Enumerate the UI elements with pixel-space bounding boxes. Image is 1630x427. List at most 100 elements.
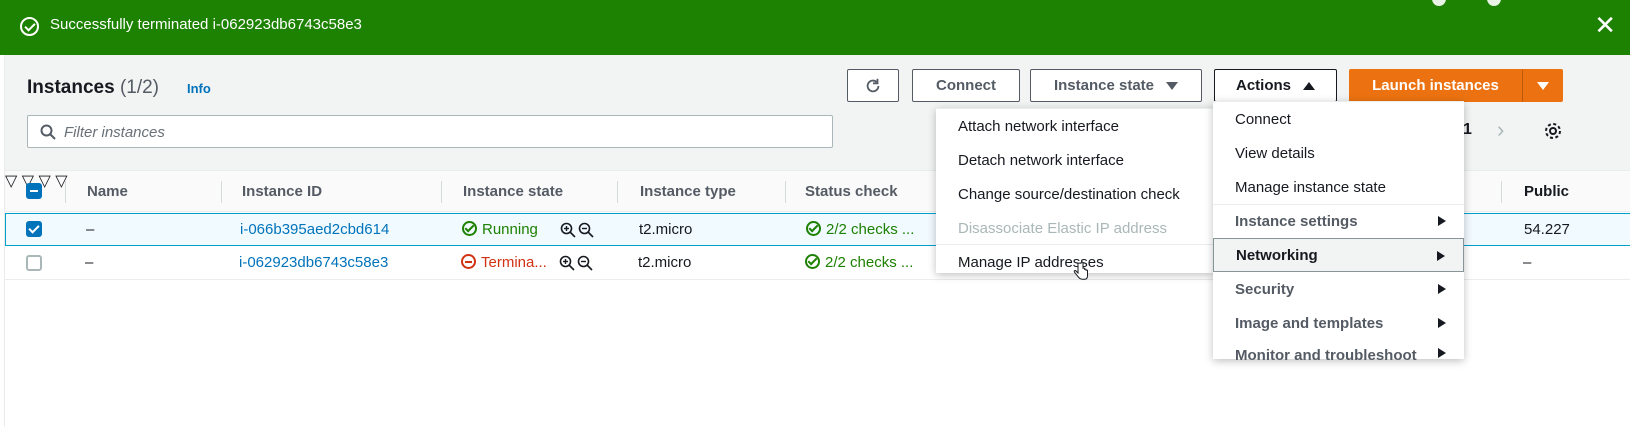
sort-icon[interactable]: ▽	[5, 173, 17, 190]
column-label: Status check	[805, 183, 898, 200]
column-label: Public	[1524, 183, 1570, 200]
menu-item-label: Image and templates	[1235, 314, 1384, 332]
header-avatar-icon[interactable]	[1432, 0, 1446, 6]
row-checkbox[interactable]	[26, 255, 42, 271]
actions-menu: Connect View details Manage instance sta…	[1213, 101, 1464, 360]
instance-state-button[interactable]: Instance state	[1030, 69, 1202, 102]
menu-item-disassociate-elastic-ip: Disassociate Elastic IP address	[936, 211, 1214, 245]
running-status-icon	[462, 221, 477, 236]
column-header-instance-type[interactable]: Instance type	[640, 171, 736, 212]
menu-item-label: Manage instance state	[1235, 178, 1386, 196]
cell-public-ip: –	[1523, 254, 1532, 271]
launch-instances-button[interactable]: Launch instances	[1349, 69, 1522, 102]
actions-label: Actions	[1235, 77, 1291, 94]
page-title: Instances (1/2)	[27, 77, 159, 99]
cell-instance-state: Running	[462, 221, 538, 238]
column-header-instance-id[interactable]: Instance ID	[242, 171, 322, 212]
terminated-status-icon	[461, 254, 476, 269]
menu-item-label: Security	[1235, 280, 1295, 298]
menu-item-label: Connect	[1235, 110, 1291, 128]
cell-status-check: 2/2 checks ...	[806, 221, 914, 238]
networking-submenu: Attach network interface Detach network …	[936, 108, 1214, 273]
menu-item-image-and-templates[interactable]: Image and templates	[1213, 306, 1464, 340]
success-check-icon	[20, 17, 39, 36]
hand-pointer-icon	[1073, 262, 1088, 280]
cell-public-ip: 54.227	[1524, 221, 1570, 238]
connect-button[interactable]: Connect	[912, 69, 1020, 102]
column-divider	[65, 181, 66, 203]
gear-icon[interactable]	[1543, 121, 1563, 141]
state-label: Termina...	[481, 254, 547, 271]
zoom-in-icon[interactable]	[560, 222, 576, 238]
menu-item-detach-network-interface[interactable]: Detach network interface	[936, 143, 1214, 177]
state-label: Running	[482, 221, 538, 238]
menu-item-connect[interactable]: Connect	[1213, 102, 1464, 136]
select-all-checkbox[interactable]	[26, 183, 42, 199]
column-header-name[interactable]: Name	[87, 171, 128, 212]
zoom-out-icon[interactable]	[578, 222, 594, 238]
title-text: Instances	[27, 77, 115, 98]
column-header-instance-state[interactable]: Instance state	[463, 171, 563, 212]
column-label: Instance ID	[242, 183, 323, 200]
column-header-public[interactable]: Public	[1524, 171, 1569, 212]
close-icon[interactable]: ✕	[1594, 12, 1616, 38]
refresh-button[interactable]	[847, 69, 899, 102]
menu-item-label: Networking	[1236, 246, 1318, 264]
refresh-icon	[866, 78, 880, 92]
menu-item-label: Disassociate Elastic IP address	[958, 219, 1167, 237]
column-divider	[221, 181, 222, 203]
launch-label: Launch instances	[1372, 77, 1499, 94]
cell-name: –	[85, 254, 94, 271]
page-number[interactable]: 1	[1463, 121, 1472, 139]
menu-item-attach-network-interface[interactable]: Attach network interface	[936, 109, 1214, 143]
cell-status-check: 2/2 checks ...	[805, 254, 913, 271]
column-divider	[441, 181, 442, 203]
menu-item-monitor-and-troubleshoot[interactable]: Monitor and troubleshoot	[1213, 340, 1464, 360]
zoom-out-icon[interactable]	[577, 255, 593, 271]
filter-input[interactable]	[64, 122, 824, 142]
column-header-status-check[interactable]: Status check	[805, 171, 898, 212]
cell-instance-type: t2.micro	[638, 254, 692, 271]
check-passed-icon	[805, 254, 820, 269]
menu-item-view-details[interactable]: View details	[1213, 136, 1464, 170]
connect-label: Connect	[936, 77, 996, 94]
actions-button[interactable]: Actions	[1214, 69, 1337, 102]
launch-dropdown-button[interactable]	[1522, 69, 1563, 102]
info-link[interactable]: Info	[187, 81, 211, 96]
menu-item-label: View details	[1235, 144, 1315, 162]
menu-item-networking[interactable]: Networking	[1213, 238, 1464, 272]
chevron-right-icon	[1438, 348, 1446, 358]
menu-item-security[interactable]: Security	[1213, 272, 1464, 306]
next-page-icon[interactable]: ›	[1497, 117, 1504, 143]
header-user-icon[interactable]	[1487, 0, 1501, 6]
column-divider	[785, 181, 786, 203]
caret-up-icon	[1303, 81, 1315, 90]
filter-box[interactable]	[27, 115, 833, 148]
chevron-right-icon	[1438, 284, 1446, 294]
column-label: Instance state	[463, 183, 564, 200]
check-passed-icon	[806, 221, 821, 236]
status-label: 2/2 checks ...	[826, 221, 915, 238]
status-label: 2/2 checks ...	[825, 254, 914, 271]
menu-item-change-source-destination-check[interactable]: Change source/destination check	[936, 177, 1214, 211]
cell-instance-type: t2.micro	[639, 221, 693, 238]
menu-item-instance-settings[interactable]: Instance settings	[1213, 204, 1464, 238]
cell-instance-id[interactable]: i-062923db6743c58e3	[239, 254, 388, 271]
menu-item-label: Detach network interface	[958, 151, 1124, 169]
caret-down-icon	[1536, 81, 1549, 90]
row-checkbox[interactable]	[26, 221, 42, 237]
instance-state-label: Instance state	[1053, 77, 1155, 94]
zoom-in-icon[interactable]	[559, 255, 575, 271]
cell-instance-id[interactable]: i-066b395aed2cbd614	[240, 221, 389, 238]
search-icon	[40, 124, 56, 140]
menu-item-manage-instance-state[interactable]: Manage instance state	[1213, 170, 1464, 204]
selection-count: (1/2)	[119, 77, 160, 98]
caret-down-icon	[1166, 81, 1179, 90]
flash-message: Successfully terminated i-062923db6743c5…	[50, 16, 362, 33]
column-label: Instance type	[640, 183, 736, 200]
chevron-right-icon	[1438, 318, 1446, 328]
column-label: Name	[87, 183, 128, 200]
menu-item-label: Monitor and troubleshoot	[1235, 347, 1417, 360]
chevron-right-icon	[1438, 216, 1446, 226]
cell-instance-state: Termina...	[461, 254, 547, 271]
